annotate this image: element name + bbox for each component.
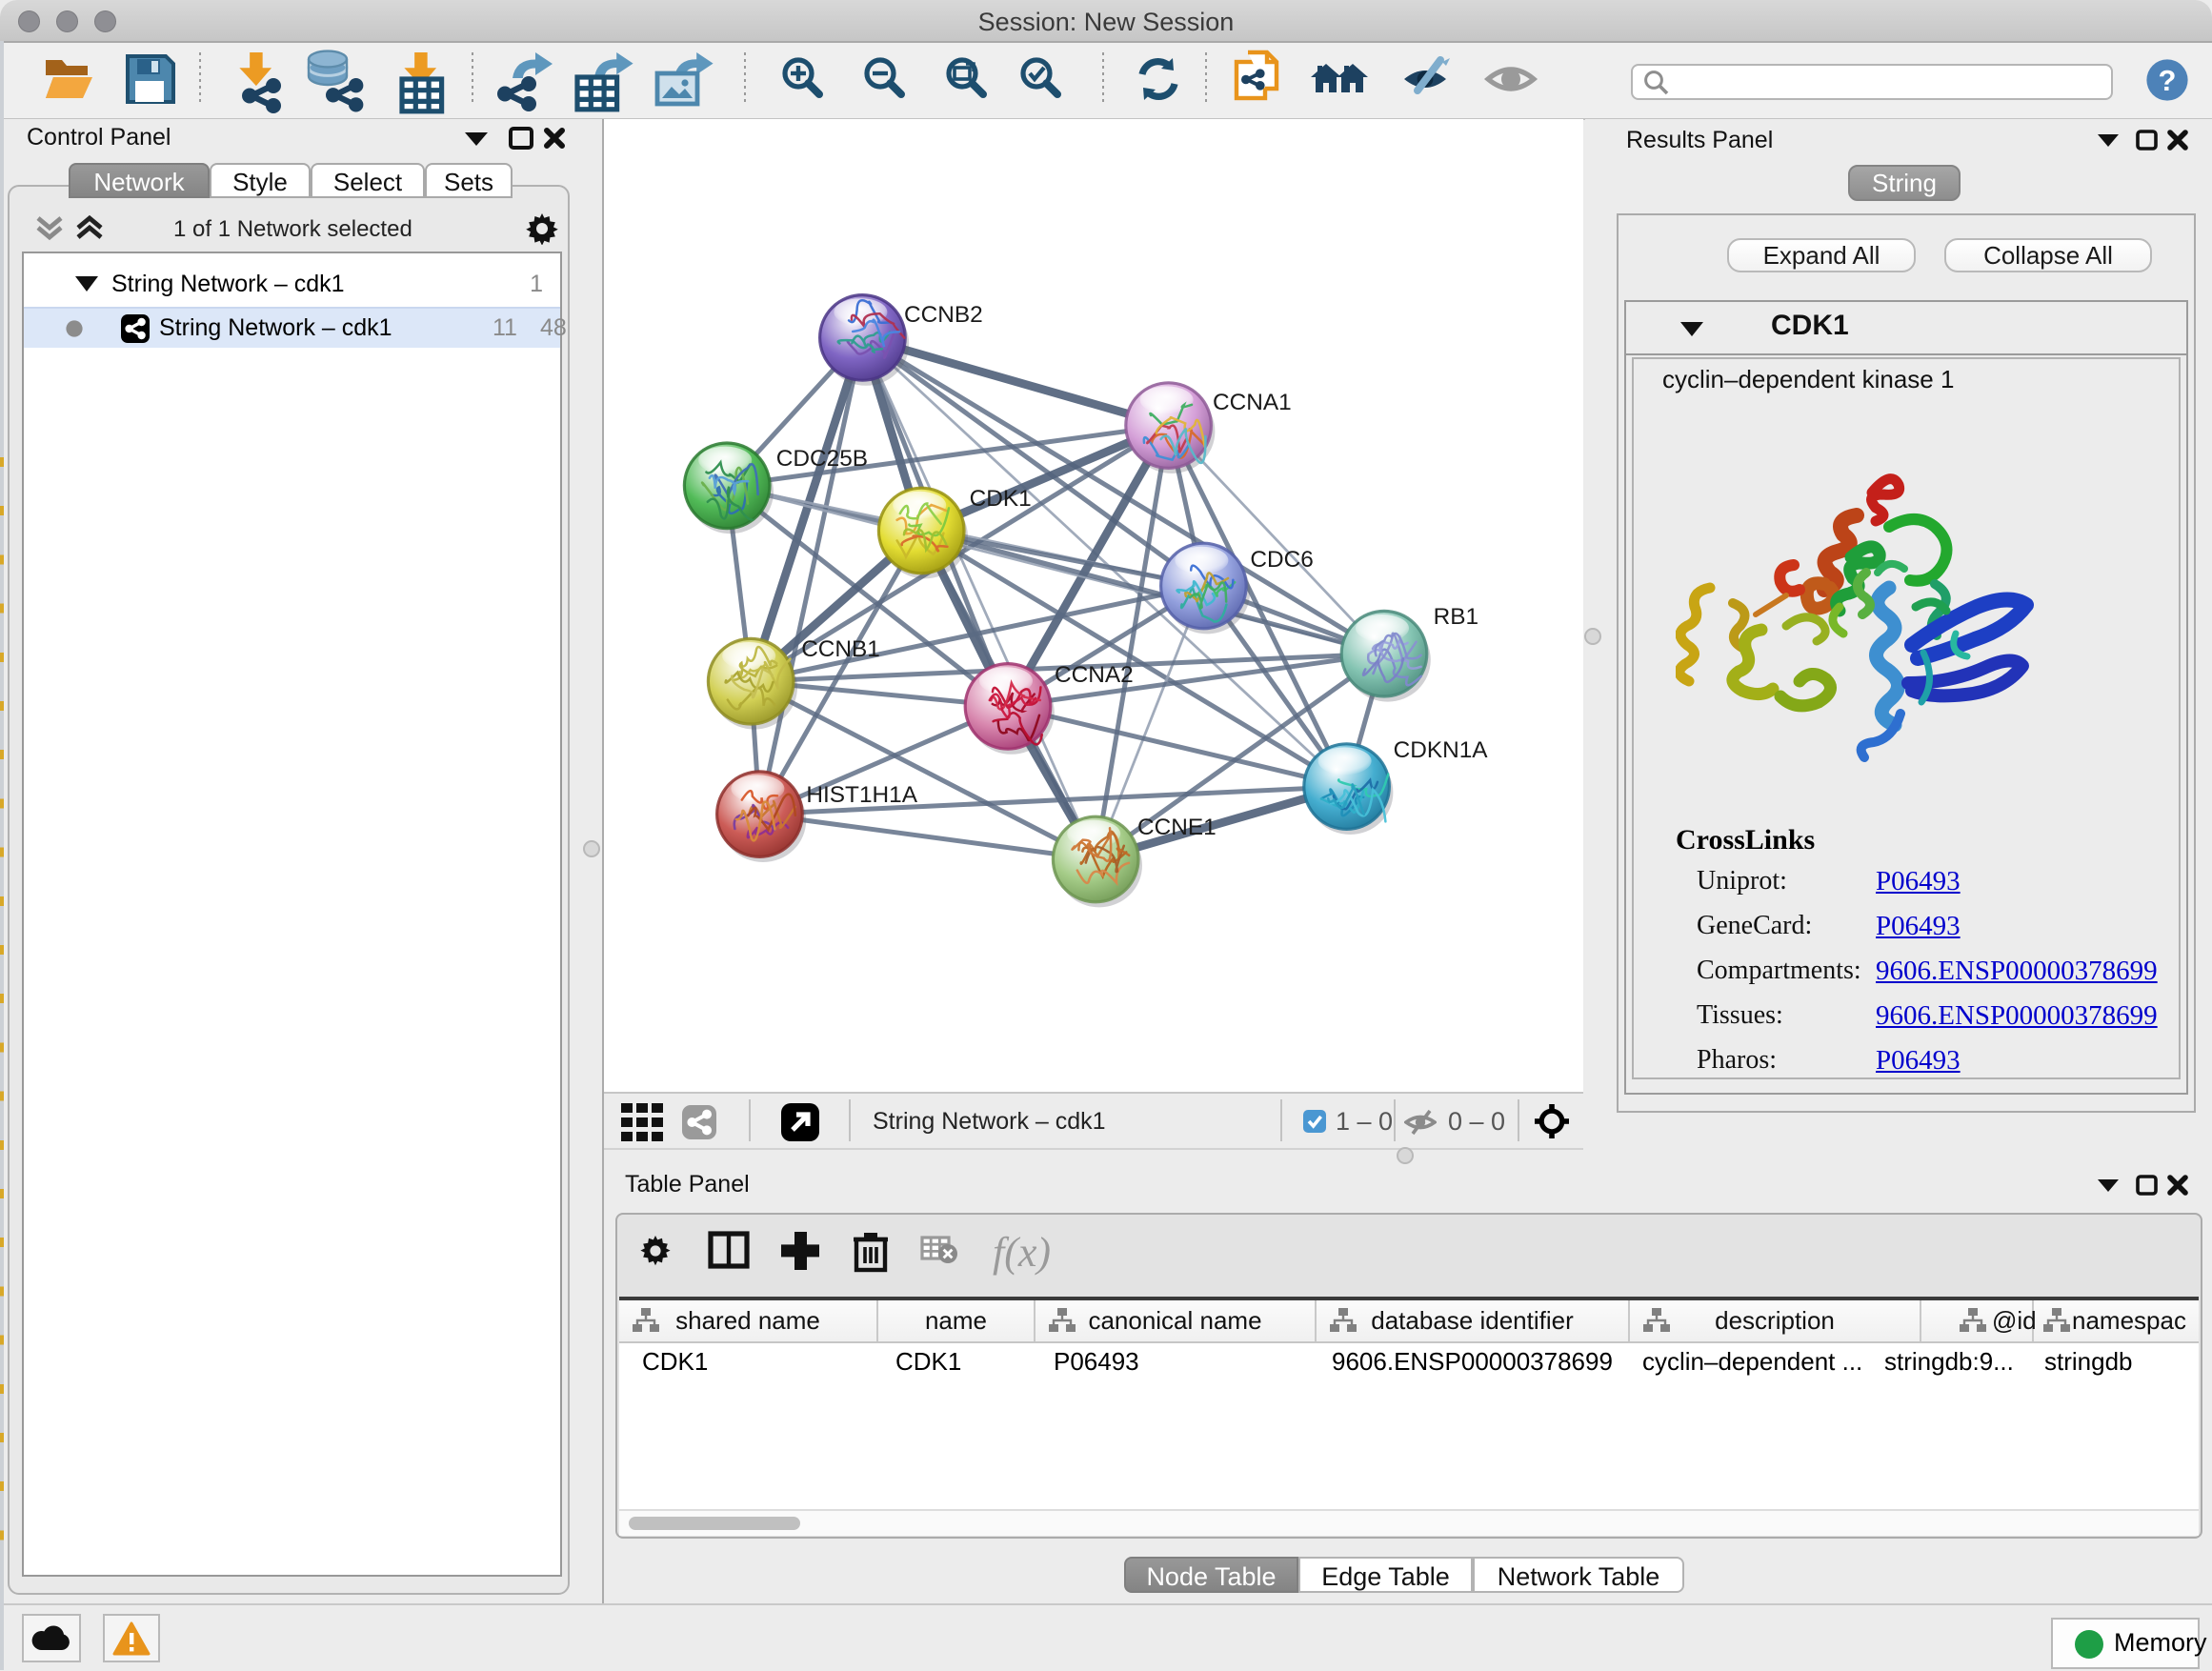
svg-text:CCNA1: CCNA1 bbox=[1213, 390, 1292, 415]
svg-text:CDKN1A: CDKN1A bbox=[1394, 737, 1489, 763]
svg-text:?: ? bbox=[2159, 64, 2177, 97]
svg-text:CCNB2: CCNB2 bbox=[904, 302, 983, 328]
svg-text:CDK1: CDK1 bbox=[970, 486, 1032, 512]
svg-text:HIST1H1A: HIST1H1A bbox=[806, 782, 917, 808]
svg-text:CDC6: CDC6 bbox=[1250, 547, 1313, 573]
svg-text:RB1: RB1 bbox=[1434, 604, 1478, 630]
svg-text:f(x): f(x) bbox=[993, 1229, 1051, 1276]
svg-text:CCNA2: CCNA2 bbox=[1055, 662, 1134, 688]
svg-text:CDC25B: CDC25B bbox=[776, 446, 868, 472]
svg-text:CCNB1: CCNB1 bbox=[801, 636, 880, 662]
svg-text:CCNE1: CCNE1 bbox=[1137, 815, 1217, 840]
